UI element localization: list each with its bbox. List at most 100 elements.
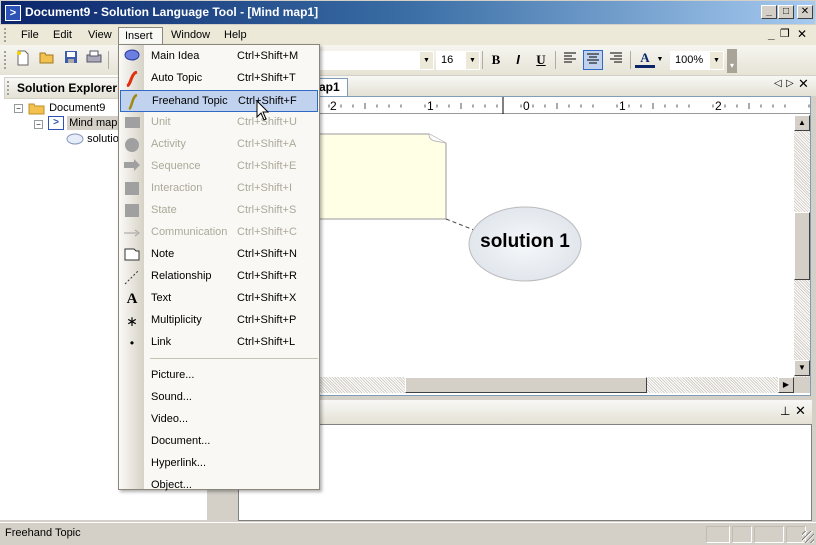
panel-grip[interactable] (7, 81, 10, 95)
tab-mind-map1[interactable]: ap1 (318, 78, 348, 96)
menu-item-communication: Communication Ctrl+Shift+C (120, 222, 318, 244)
menu-item-label: Object... (151, 479, 192, 491)
mdi-restore-button[interactable]: ❐ (780, 27, 790, 40)
tree-item-document9[interactable]: Document9 (28, 101, 105, 115)
tab-close-icon[interactable]: ✕ (798, 76, 809, 92)
pin-icon[interactable]: ⊥ (780, 404, 790, 418)
close-button[interactable]: ✕ (797, 5, 813, 19)
menu-item-activity: Activity Ctrl+Shift+A (120, 134, 318, 156)
menu-item-note[interactable]: Note Ctrl+Shift+N (120, 244, 318, 266)
align-center-button[interactable] (583, 50, 603, 70)
multiplicity-icon: ∗ (126, 313, 138, 329)
menu-item-label: Text (151, 292, 172, 304)
menu-edit[interactable]: Edit (47, 27, 78, 45)
menu-item-shortcut: Ctrl+Shift+T (237, 72, 296, 84)
communication-icon (124, 225, 140, 241)
collapse-toggle[interactable]: − (34, 120, 43, 129)
menu-item-shortcut: Ctrl+Shift+R (237, 270, 297, 282)
menu-item-freehand-topic[interactable]: Freehand Topic Ctrl+Shift+F (120, 90, 318, 112)
mindmap-canvas[interactable]: solution 1 (316, 115, 794, 376)
toolbar-options-button[interactable]: ▾ (727, 49, 737, 73)
scroll-down-button[interactable]: ▼ (794, 360, 810, 376)
new-icon[interactable] (13, 50, 33, 70)
mdi-close-button[interactable]: ✕ (797, 27, 807, 41)
vertical-scrollbar[interactable]: ▲ ▼ (794, 115, 810, 377)
menu-window[interactable]: Window (165, 27, 216, 45)
menu-item-relationship[interactable]: Relationship Ctrl+Shift+R (120, 266, 318, 288)
collapse-toggle[interactable]: − (14, 104, 23, 113)
menubar-grip[interactable] (4, 28, 7, 42)
open-icon[interactable] (37, 50, 57, 70)
menu-item-label: Sound... (151, 391, 192, 403)
state-icon (124, 203, 140, 219)
scroll-up-button[interactable]: ▲ (794, 115, 810, 131)
horizontal-scroll-thumb[interactable] (405, 377, 647, 393)
title-bar: > Document9 - Solution Language Tool - [… (0, 0, 816, 25)
topic-node-label[interactable]: solution 1 (469, 231, 581, 253)
menu-item-multiplicity[interactable]: ∗ Multiplicity Ctrl+Shift+P (120, 310, 318, 332)
menu-item-object[interactable]: Object... (120, 475, 318, 497)
menu-item-link[interactable]: • Link Ctrl+Shift+L (120, 332, 318, 354)
output-panel-header: ⊥ ✕ (318, 400, 812, 424)
resize-grip[interactable] (802, 531, 814, 543)
tree-item-mind-map1[interactable]: > Mind map1 (48, 115, 126, 130)
panel-close-icon[interactable]: ✕ (795, 403, 806, 419)
menu-item-main-idea[interactable]: Main Idea Ctrl+Shift+M (120, 46, 318, 68)
text-icon: A (126, 291, 138, 307)
underline-button[interactable]: U (531, 50, 551, 70)
status-bar: Freehand Topic (0, 522, 816, 545)
insert-menu: Main Idea Ctrl+Shift+M Auto Topic Ctrl+Shif… (118, 44, 320, 491)
menu-item-picture[interactable]: Picture... (120, 365, 318, 387)
ruler-label: 0 (523, 99, 530, 113)
menu-separator (150, 358, 318, 359)
menu-item-shortcut: Ctrl+Shift+P (237, 314, 297, 326)
ruler-label: 2 (330, 99, 337, 113)
menu-item-text[interactable]: A Text Ctrl+Shift+X (120, 288, 318, 310)
tab-scroll-left-icon[interactable]: ◁ (774, 78, 782, 89)
vertical-scroll-thumb[interactable] (794, 212, 810, 280)
horizontal-scrollbar[interactable]: ▶ (316, 377, 794, 393)
menu-item-hyperlink[interactable]: Hyperlink... (120, 453, 318, 475)
menu-view[interactable]: View (82, 27, 118, 45)
save-icon[interactable] (61, 50, 81, 70)
solution-explorer-title: Solution Explorer (17, 81, 118, 95)
tab-scroll-right-icon[interactable]: ▷ (786, 78, 794, 89)
unit-icon (124, 115, 140, 131)
ruler-label: 2 (715, 99, 722, 113)
zoom-combo[interactable]: 100% ▼ (670, 51, 724, 70)
mdi-minimize-button[interactable]: _ (768, 27, 775, 41)
align-left-button[interactable] (560, 50, 580, 70)
font-color-button[interactable]: A (635, 50, 655, 68)
menu-item-document[interactable]: Document... (120, 431, 318, 453)
minimize-button[interactable]: _ (761, 5, 777, 19)
menu-item-label: Interaction (151, 182, 203, 194)
maximize-button[interactable]: □ (778, 5, 794, 19)
chevron-down-icon[interactable]: ▼ (710, 52, 723, 69)
menu-help[interactable]: Help (218, 27, 253, 45)
status-text: Freehand Topic (5, 527, 81, 539)
italic-button[interactable]: I (508, 50, 528, 70)
align-right-button[interactable] (606, 50, 626, 70)
bold-button[interactable]: B (486, 50, 506, 70)
menu-item-unit: Unit Ctrl+Shift+U (120, 112, 318, 134)
menu-item-sound[interactable]: Sound... (120, 387, 318, 409)
font-name-combo[interactable]: ▼ (320, 51, 434, 70)
relationship-line[interactable] (445, 218, 475, 231)
note-shape[interactable] (316, 133, 447, 220)
status-cell (732, 526, 752, 543)
menu-item-label: Sequence (151, 160, 201, 172)
menu-item-auto-topic[interactable]: Auto Topic Ctrl+Shift+T (120, 68, 318, 90)
menu-insert[interactable]: Insert (118, 27, 163, 45)
menu-item-label: Document... (151, 435, 211, 447)
sequence-icon (124, 159, 140, 175)
chevron-down-icon[interactable]: ▼ (466, 52, 479, 69)
chevron-down-icon[interactable]: ▼ (420, 52, 433, 69)
menu-file[interactable]: File (15, 27, 45, 45)
menu-item-shortcut: Ctrl+Shift+E (237, 160, 297, 172)
menu-item-video[interactable]: Video... (120, 409, 318, 431)
font-size-combo[interactable]: 16 ▼ (436, 51, 480, 70)
print-icon[interactable] (84, 50, 104, 70)
toolbar-grip[interactable] (4, 51, 7, 69)
chevron-down-icon[interactable]: ▼ (655, 50, 665, 70)
scroll-right-button[interactable]: ▶ (778, 377, 794, 393)
